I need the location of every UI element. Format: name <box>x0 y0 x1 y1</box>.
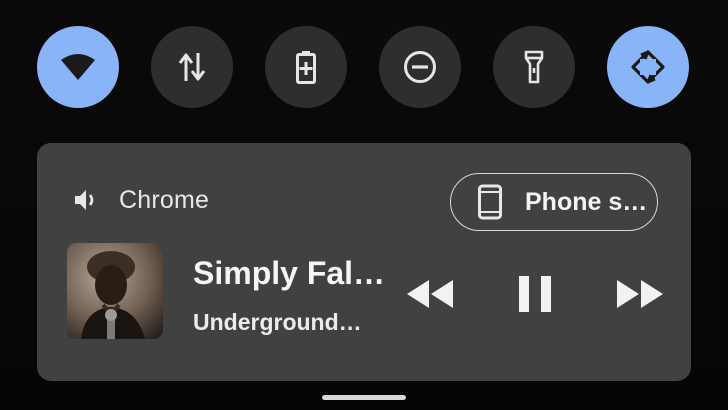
notification-shade: Chrome Phone s… Simply Fal… Underground… <box>0 0 728 410</box>
do-not-disturb-icon <box>404 51 436 83</box>
auto-rotate-tile[interactable] <box>607 26 689 108</box>
pause-icon <box>519 276 551 312</box>
flashlight-icon <box>524 50 544 84</box>
wifi-icon <box>61 54 95 80</box>
auto-rotate-icon <box>631 50 665 84</box>
battery-saver-tile[interactable] <box>265 26 347 108</box>
media-app-name: Chrome <box>119 185 210 214</box>
volume-icon <box>75 190 94 210</box>
fast-forward-icon <box>617 280 663 308</box>
battery-saver-icon <box>296 51 316 84</box>
data-arrows-icon <box>178 53 206 81</box>
pause-button[interactable] <box>515 271 555 317</box>
flashlight-tile[interactable] <box>493 26 575 108</box>
rewind-icon <box>407 280 453 308</box>
phone-icon <box>478 184 502 220</box>
album-art <box>67 243 163 339</box>
mobile-data-tile[interactable] <box>151 26 233 108</box>
output-device-chip[interactable]: Phone s… <box>450 173 658 231</box>
song-title: Simply Fal… <box>193 255 386 291</box>
wifi-tile[interactable] <box>37 26 119 108</box>
media-player-card[interactable]: Chrome Phone s… Simply Fal… Underground… <box>37 143 691 381</box>
media-app-header: Chrome <box>73 185 209 215</box>
quick-settings-tiles <box>0 26 728 110</box>
rewind-button[interactable] <box>403 271 457 317</box>
output-device-label: Phone s… <box>525 187 648 216</box>
navigation-handle[interactable] <box>322 395 406 400</box>
song-artist: Underground… <box>193 309 362 335</box>
fast-forward-button[interactable] <box>613 271 667 317</box>
do-not-disturb-tile[interactable] <box>379 26 461 108</box>
